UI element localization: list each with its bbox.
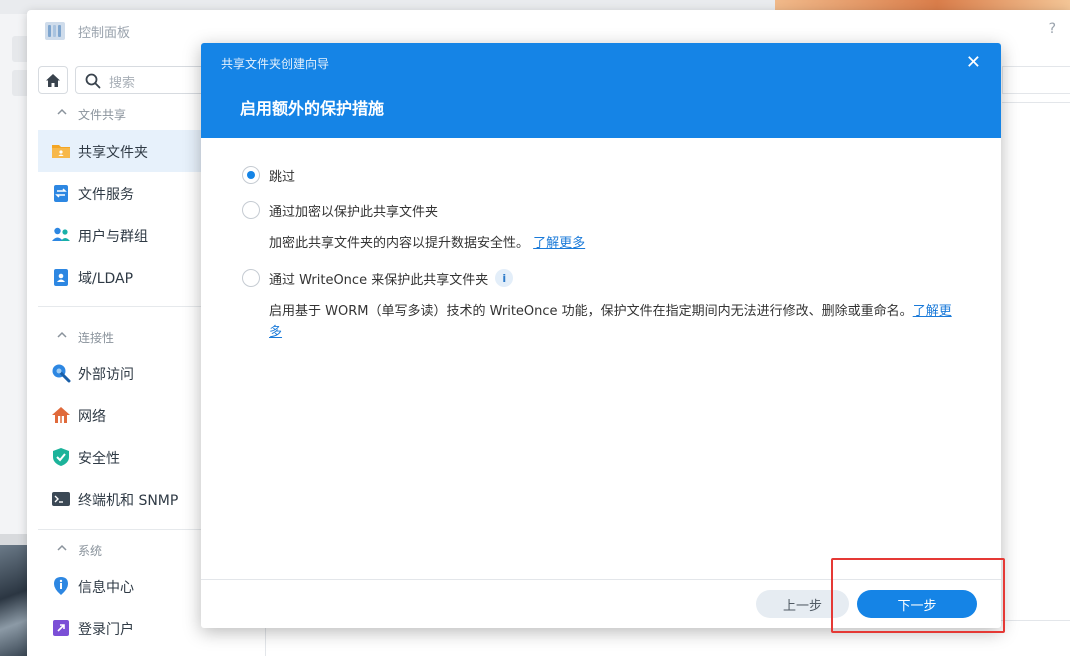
sidebar-item-label: 安全性: [78, 451, 120, 467]
sidebar-item-label: 域/LDAP: [78, 271, 134, 287]
option-encrypt-description: 加密此共享文件夹的内容以提升数据安全性。 了解更多: [269, 233, 959, 254]
toolbar-remnant: [1002, 66, 1070, 94]
sidebar-divider: [38, 306, 203, 307]
option-writeonce[interactable]: 通过 WriteOnce 来保护此共享文件夹 i: [242, 268, 514, 288]
wizard-window-title: 共享文件夹创建向导: [221, 57, 330, 71]
sidebar-item-file-services[interactable]: 文件服务: [38, 172, 203, 214]
annotation-highlight-box: [831, 558, 1005, 633]
sidebar-divider: [38, 529, 203, 530]
control-panel-title: 控制面板: [78, 26, 131, 41]
info-center-icon: [54, 577, 68, 595]
option-writeonce-description-text: 启用基于 WORM（单写多读）技术的 WriteOnce 功能，保护文件在指定期…: [269, 304, 913, 319]
sidebar-item-partial[interactable]: [38, 649, 203, 656]
sidebar-item-login-portal[interactable]: 登录门户: [38, 607, 203, 649]
option-encrypt-description-text: 加密此共享文件夹的内容以提升数据安全性。: [269, 236, 530, 251]
terminal-snmp-icon: [52, 492, 70, 506]
sidebar-item-label: 用户与群组: [78, 229, 148, 245]
sidebar-section-system[interactable]: 系统: [38, 538, 203, 562]
sidebar-section-label: 文件共享: [78, 108, 127, 122]
help-icon[interactable]: ?: [1049, 21, 1056, 37]
control-panel-app-icon: [45, 22, 65, 40]
domain-ldap-icon: [54, 269, 68, 286]
option-writeonce-description: 启用基于 WORM（单写多读）技术的 WriteOnce 功能，保护文件在指定期…: [269, 301, 959, 343]
sidebar-item-terminal-snmp[interactable]: 终端机和 SNMP: [38, 478, 203, 520]
radio-encrypt[interactable]: [242, 201, 260, 219]
sidebar-item-label: 终端机和 SNMP: [78, 493, 179, 509]
radio-skip[interactable]: [242, 166, 260, 184]
sidebar-item-label: 信息中心: [78, 580, 134, 596]
option-encrypt[interactable]: 通过加密以保护此共享文件夹: [242, 200, 438, 220]
login-portal-icon: [53, 620, 69, 636]
option-writeonce-label: 通过 WriteOnce 来保护此共享文件夹: [269, 272, 489, 288]
sidebar-item-shared-folder[interactable]: 共享文件夹: [38, 130, 203, 172]
sidebar-item-security[interactable]: 安全性: [38, 436, 203, 478]
wizard-step-title: 启用额外的保护措施: [240, 99, 385, 118]
sidebar-item-label: 文件服务: [78, 187, 134, 203]
learn-more-link[interactable]: 了解更多: [533, 236, 585, 251]
sidebar-item-label: 登录门户: [78, 622, 134, 638]
chevron-up-icon: [57, 108, 67, 115]
network-icon: [52, 407, 70, 423]
wizard-header[interactable]: 共享文件夹创建向导 ✕ 启用额外的保护措施: [201, 43, 1001, 138]
security-shield-icon: [53, 448, 69, 466]
desktop-wallpaper-rock: [0, 545, 28, 656]
close-icon[interactable]: ✕: [966, 52, 981, 73]
info-icon[interactable]: i: [495, 269, 514, 287]
home-button[interactable]: [38, 66, 68, 94]
background-window: [0, 14, 30, 534]
search-input[interactable]: 搜索: [75, 66, 205, 94]
search-icon: [85, 73, 101, 89]
sidebar-item-label: 网络: [78, 409, 106, 425]
sidebar-item-network[interactable]: 网络: [38, 394, 203, 436]
sidebar-section-label: 系统: [78, 544, 103, 558]
sidebar-section-label: 连接性: [78, 331, 115, 345]
option-encrypt-label: 通过加密以保护此共享文件夹: [269, 204, 439, 220]
shared-folder-wizard-dialog: 共享文件夹创建向导 ✕ 启用额外的保护措施 跳过 通过加密以保护此共享文件夹 加…: [201, 43, 1001, 628]
sidebar-item-label: 共享文件夹: [78, 145, 148, 161]
content-divider: [1002, 102, 1070, 103]
search-placeholder: 搜索: [109, 76, 136, 91]
sidebar-section-connectivity[interactable]: 连接性: [38, 325, 203, 349]
sidebar-item-users-groups[interactable]: 用户与群组: [38, 214, 203, 256]
sidebar-item-external-access[interactable]: 外部访问: [38, 352, 203, 394]
folder-share-icon: [52, 145, 70, 158]
chevron-up-icon: [57, 331, 67, 338]
sidebar-item-info-center[interactable]: 信息中心: [38, 565, 203, 607]
option-skip[interactable]: 跳过: [242, 165, 295, 185]
external-access-icon: [52, 364, 71, 383]
sidebar-item-label: 外部访问: [78, 367, 134, 383]
file-services-icon: [54, 185, 68, 202]
sidebar-section-file-sharing[interactable]: 文件共享: [38, 102, 203, 126]
home-icon: [46, 73, 60, 87]
option-skip-label: 跳过: [269, 169, 296, 185]
sidebar-item-domain-ldap[interactable]: 域/LDAP: [38, 256, 203, 298]
radio-writeonce[interactable]: [242, 269, 260, 287]
users-groups-icon: [52, 227, 70, 241]
chevron-up-icon: [57, 544, 67, 551]
